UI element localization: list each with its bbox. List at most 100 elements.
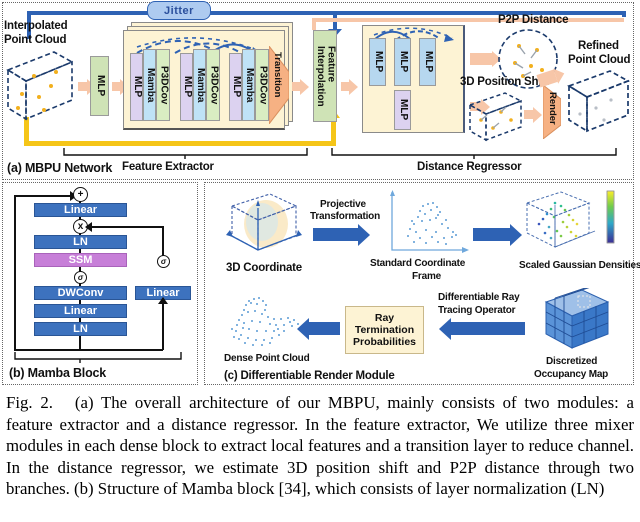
- jitter-label: Jitter: [164, 4, 194, 17]
- discretized-occupancy-map: [544, 288, 610, 349]
- jitter-box: Jitter: [147, 1, 211, 20]
- input-mlp-label: MLP: [94, 75, 106, 97]
- mamba-add-label: +: [77, 188, 84, 200]
- projective-label-1: Projective: [320, 199, 366, 210]
- mamba-sigma-op-left: σ: [74, 271, 87, 284]
- mamba-gate-wire-top: [162, 226, 164, 256]
- mamba-ln-upper-label: LN: [73, 236, 88, 248]
- mamba-dwconv: DWConv: [34, 286, 127, 300]
- regressor-mlp-2-label: MLP: [397, 51, 409, 73]
- mamba-linear-top: Linear: [34, 203, 127, 217]
- figure-container: Jitter Interpolated Point Cloud MLP MLP …: [0, 0, 640, 522]
- mamba-ln-lower: LN: [34, 322, 127, 336]
- figure-number: Fig. 2.: [6, 393, 53, 412]
- mamba-linear-lower: Linear: [34, 304, 127, 318]
- dense-point-cloud-label: Dense Point Cloud: [224, 353, 310, 364]
- arrow-denseblock-to-interp: [292, 82, 300, 91]
- panel-a-title: (a) MBPU Network: [7, 161, 113, 175]
- mamba-sigma-left-label: σ: [77, 272, 84, 282]
- mixer-3-mlp: MLP: [229, 53, 242, 121]
- arrow-mlp-to-denseblock: [112, 82, 120, 91]
- output-label-line1: Refined: [578, 40, 619, 52]
- feature-extractor-bracket: [63, 148, 308, 159]
- mixer-2-mamba: Mamba: [193, 49, 206, 121]
- arrow-to-gaussian: [473, 228, 511, 241]
- output-label-line2: Point Cloud: [568, 54, 631, 66]
- refined-point-cloud-cube: [567, 70, 630, 133]
- arrow-input-to-mlp: [78, 82, 87, 91]
- regressor-mlp-3: MLP: [419, 38, 436, 86]
- mamba-gate-wire-to-mul: [88, 226, 163, 228]
- mamba-sigma-op-right: σ: [157, 255, 170, 268]
- skip-line-top: [312, 18, 624, 22]
- p2p-distance-label: P2P Distance: [498, 14, 569, 26]
- mamba-ln-lower-label: LN: [73, 323, 88, 335]
- scaled-gaussian-label: Scaled Gaussian Densities: [519, 260, 640, 271]
- mamba-sigma-right-label: σ: [160, 256, 167, 266]
- position-shift-cube: [468, 92, 523, 142]
- mixer-2-mamba-label: Mamba: [194, 67, 206, 103]
- mixer-3-p3dcov: P3DCov: [255, 49, 269, 121]
- regressor-mlp-lower-label: MLP: [397, 99, 409, 121]
- regressor-mlp-2: MLP: [394, 38, 411, 86]
- mixer-2-p3dcov-label: P3DCov: [208, 65, 220, 105]
- figure-caption: Fig. 2. (a) The overall architecture of o…: [6, 392, 634, 500]
- 3d-coordinate-cube: [226, 193, 302, 251]
- figure-caption-cut: Structure of Mamba block [34], which con…: [97, 479, 605, 498]
- mamba-gate-arrow-up: [158, 297, 168, 304]
- mixer-1-mlp: MLP: [130, 53, 143, 121]
- occupancy-label-2: Occupancy Map: [534, 369, 609, 380]
- mixer-3-p3dcov-label: P3DCov: [257, 65, 269, 105]
- arrow-shift-to-render: [524, 110, 533, 119]
- panel-c-title: (c) Differentiable Render Module: [224, 370, 395, 382]
- ray-termination-label-3: Probabilities: [352, 336, 416, 349]
- position-shift-label: 3D Position Shift: [460, 76, 549, 88]
- mamba-residual-left: [14, 195, 16, 350]
- jitter-loop-right-down: [622, 11, 626, 17]
- regressor-mlp-1: MLP: [369, 38, 386, 86]
- mixer-1-mamba: Mamba: [143, 49, 156, 121]
- mixer-1-mamba-label: Mamba: [144, 67, 156, 103]
- mamba-mul-arrow: [85, 222, 92, 232]
- regressor-mlp-lower: MLP: [394, 90, 411, 130]
- render-label: Render: [546, 92, 558, 125]
- occupancy-label-1: Discretized: [546, 356, 598, 367]
- ray-termination-label-1: Ray: [374, 311, 395, 324]
- mixer-3-mamba: Mamba: [242, 49, 255, 121]
- arrow-to-dense-point-cloud: [308, 322, 340, 335]
- mamba-add-op: +: [73, 187, 88, 202]
- standard-frame-label-2: Frame: [412, 271, 442, 282]
- mamba-block-bracket: [14, 352, 182, 363]
- mixer-1-mlp-label: MLP: [131, 76, 143, 98]
- ray-tracing-label-1: Differentiable Ray: [438, 292, 520, 303]
- dense-point-cloud-duck: [231, 297, 299, 346]
- feedback-line-bottom: [24, 141, 336, 146]
- arrow-projective-transformation: [313, 228, 359, 241]
- mixer-3-mlp-label: MLP: [230, 76, 242, 98]
- mamba-mul-label: x: [77, 220, 84, 232]
- distance-regressor-bracket: [331, 148, 617, 159]
- mixer-2-mlp-label: MLP: [181, 76, 193, 98]
- projective-label-2: Transformation: [310, 211, 380, 222]
- arrow-to-p2p: [470, 53, 492, 65]
- 3d-coordinate-label: 3D Coordinate: [226, 262, 302, 274]
- skip-line-down: [312, 18, 316, 30]
- mixer-2-mlp: MLP: [180, 53, 193, 121]
- mamba-residual-bottom: [14, 349, 80, 351]
- input-label-line2: Point Cloud: [4, 34, 67, 46]
- feature-interpolation-label-1: Feature: [325, 45, 337, 82]
- mamba-ssm-label: SSM: [68, 254, 93, 266]
- jitter-loop-top-left: [27, 11, 153, 15]
- feedback-line-right: [331, 118, 336, 146]
- mamba-gate-wire-bottom: [79, 349, 163, 351]
- mixer-1-p3dcov-label: P3DCov: [158, 65, 170, 105]
- feature-interpolation-block: Feature Interpolation: [313, 30, 337, 122]
- transition-label: Transition: [271, 52, 283, 98]
- feature-interpolation-label-2: Interpolation: [315, 45, 326, 107]
- ray-tracing-label-2: Tracing Operator: [438, 305, 516, 316]
- mamba-linear-lower-label: Linear: [63, 305, 97, 317]
- distance-regressor-label: Distance Regressor: [417, 161, 522, 173]
- panel-b-title: (b) Mamba Block: [9, 366, 107, 380]
- feature-extractor-label: Feature Extractor: [122, 161, 214, 173]
- regressor-mlp-3-label: MLP: [422, 51, 434, 73]
